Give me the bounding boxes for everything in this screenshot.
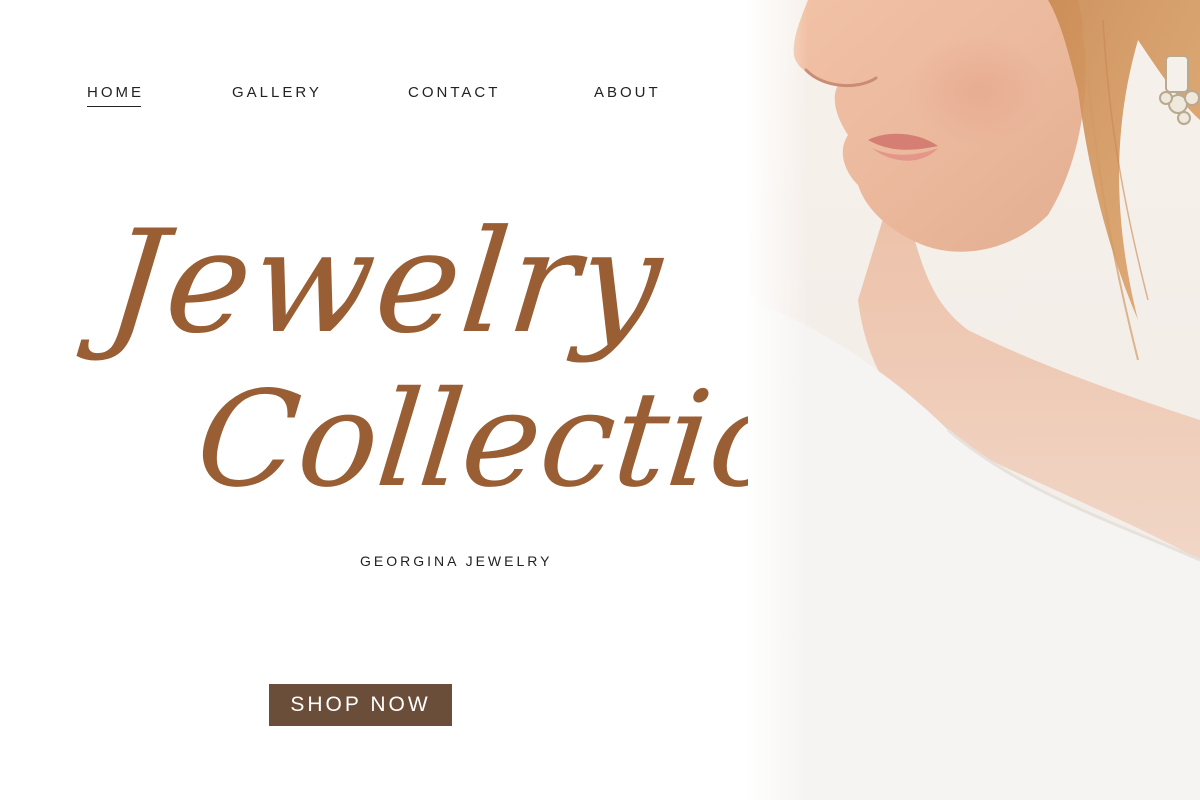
- brand-name: GEORGINA JEWELRY: [360, 553, 553, 569]
- model-photo: [748, 0, 1200, 800]
- hero-section: Jewelry Collection GEORGINA JEWELRY SHOP…: [0, 0, 883, 800]
- photo-edge-fade: [748, 0, 808, 800]
- model-photo-illustration: [748, 0, 1200, 800]
- hero-title-line-1: Jewelry: [99, 200, 671, 365]
- shop-now-button[interactable]: SHOP NOW: [269, 684, 452, 726]
- landing-page: HOME GALLERY CONTACT ABOUT Jewelry Colle…: [0, 0, 1200, 800]
